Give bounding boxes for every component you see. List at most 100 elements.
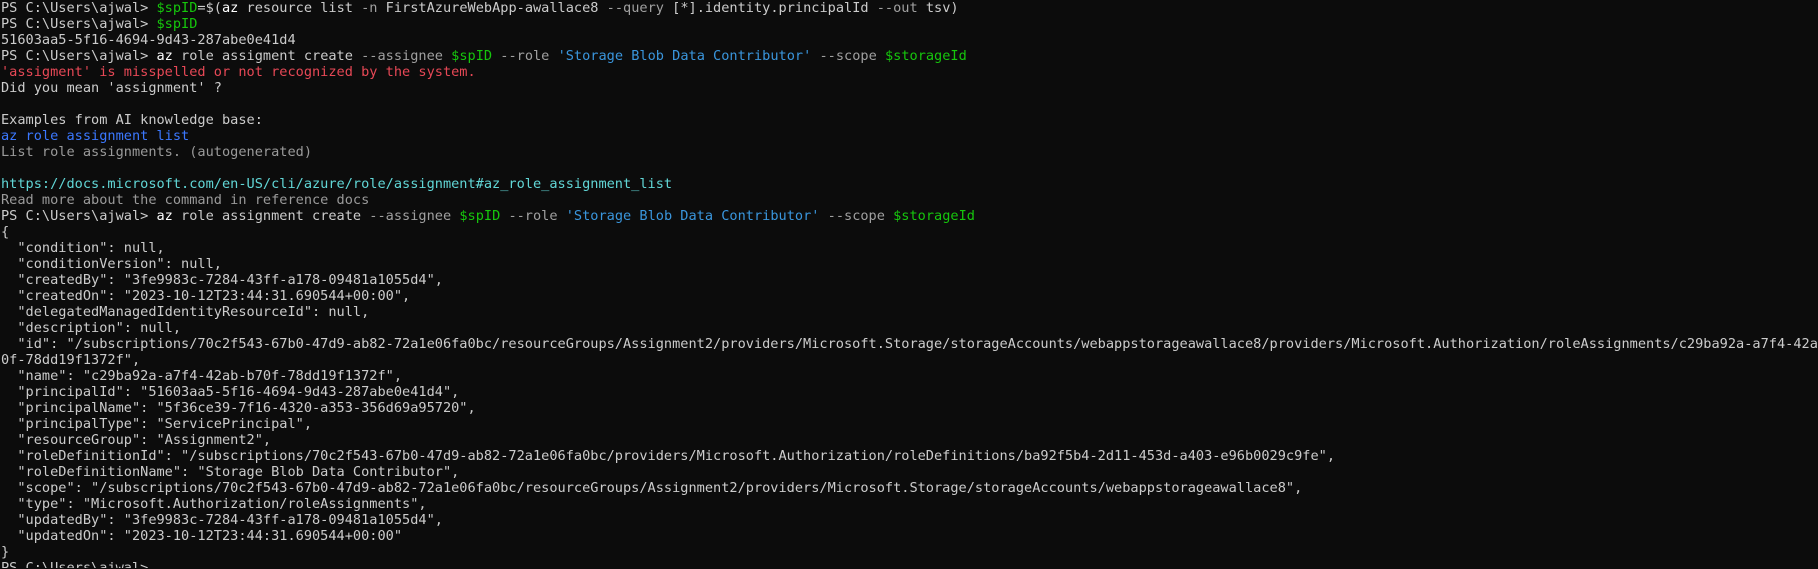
- terminal-text-segment: --scope: [819, 48, 877, 64]
- terminal-line: PS C:\Users\ajwal> az role assignment cr…: [1, 208, 1818, 224]
- terminal-text-segment: "updatedOn": "2023-10-12T23:44:31.690544…: [1, 528, 403, 544]
- terminal-line: "delegatedManagedIdentityResourceId": nu…: [1, 304, 1818, 320]
- terminal-text-segment: "id": "/subscriptions/70c2f543-67b0-47d9…: [1, 336, 1818, 352]
- terminal-text-segment: "createdOn": "2023-10-12T23:44:31.690544…: [1, 288, 411, 304]
- terminal-text-segment: }: [1, 544, 10, 560]
- terminal-line: "updatedBy": "3fe9983c-7284-43ff-a178-09…: [1, 512, 1818, 528]
- terminal-line: "principalType": "ServicePrincipal",: [1, 416, 1818, 432]
- terminal-text-segment: Examples from AI knowledge base:: [1, 112, 263, 128]
- terminal-text-segment: 51603aa5-5f16-4694-9d43-287abe0e41d4: [1, 32, 296, 48]
- terminal-line: "roleDefinitionId": "/subscriptions/70c2…: [1, 448, 1818, 464]
- terminal-line: PS C:\Users\ajwal>: [1, 560, 1818, 569]
- terminal-text-segment: "roleDefinitionId": "/subscriptions/70c2…: [1, 448, 1336, 464]
- terminal-text-segment: PS C:\Users\ajwal>: [1, 48, 157, 64]
- terminal-text-segment: "description": null,: [1, 320, 182, 336]
- terminal-text-segment: $storageId: [884, 48, 967, 64]
- terminal-text-segment: "principalId": "51603aa5-5f16-4694-9d43-…: [1, 384, 460, 400]
- terminal-text-segment: 0f-78dd19f1372f",: [1, 352, 141, 368]
- terminal-line: PS C:\Users\ajwal> $spID: [1, 16, 1818, 32]
- terminal-text-segment: --scope: [827, 208, 885, 224]
- terminal-text-segment: Read more about the command in reference…: [1, 192, 370, 208]
- terminal-text-segment: $storageId: [893, 208, 975, 224]
- terminal-text-segment: $spID: [156, 16, 198, 32]
- terminal-line: Examples from AI knowledge base:: [1, 112, 1818, 128]
- terminal-text-segment: az: [156, 48, 173, 64]
- terminal-text-segment: role assigment create: [172, 48, 362, 64]
- terminal-text-segment: Did you mean 'assignment' ?: [1, 80, 222, 96]
- terminal-text-segment: --query: [606, 0, 664, 16]
- terminal-text-segment: az: [221, 0, 239, 16]
- terminal-text-segment: role assignment create: [172, 208, 370, 224]
- terminal-text-segment: "roleDefinitionName": "Storage Blob Data…: [1, 464, 460, 480]
- terminal-line: "roleDefinitionName": "Storage Blob Data…: [1, 464, 1818, 480]
- terminal-text-segment: $spID: [459, 208, 501, 224]
- terminal-text-segment: PS C:\Users\ajwal>: [1, 208, 157, 224]
- terminal-line: 51603aa5-5f16-4694-9d43-287abe0e41d4: [1, 32, 1818, 48]
- terminal-line: "createdBy": "3fe9983c-7284-43ff-a178-09…: [1, 272, 1818, 288]
- terminal-text-segment: az role assignment list: [1, 128, 190, 144]
- terminal-line: List role assignments. (autogenerated): [1, 144, 1818, 160]
- terminal-text-segment: 'Storage Blob Data Contributor': [565, 208, 820, 224]
- terminal-text-segment: PS C:\Users\ajwal>: [1, 0, 157, 16]
- terminal-text-segment: 'Storage Blob Data Contributor': [557, 48, 812, 64]
- terminal-line: "condition": null,: [1, 240, 1818, 256]
- terminal-text-segment: $spID: [156, 0, 198, 16]
- terminal-text-segment: --assignee: [361, 48, 443, 64]
- terminal-text-segment: 'assigment' is misspelled or not recogni…: [1, 64, 476, 80]
- terminal-line: "principalName": "5f36ce39-7f16-4320-a35…: [1, 400, 1818, 416]
- terminal-line: "type": "Microsoft.Authorization/roleAss…: [1, 496, 1818, 512]
- terminal-text-segment: az: [156, 208, 173, 224]
- terminal-line: https://docs.microsoft.com/en-US/cli/azu…: [1, 176, 1818, 192]
- terminal-line: "scope": "/subscriptions/70c2f543-67b0-4…: [1, 480, 1818, 496]
- terminal-text-segment: "principalType": "ServicePrincipal",: [1, 416, 312, 432]
- terminal-text-segment: "conditionVersion": null,: [1, 256, 222, 272]
- terminal-line: "id": "/subscriptions/70c2f543-67b0-47d9…: [1, 336, 1818, 352]
- terminal-line: 'assigment' is misspelled or not recogni…: [1, 64, 1818, 80]
- terminal-text-segment: --role: [508, 208, 558, 224]
- terminal-text-segment: --role: [500, 48, 550, 64]
- terminal-line: {: [1, 224, 1818, 240]
- terminal-text-segment: "name": "c29ba92a-a7f4-42ab-b70f-78dd19f…: [1, 368, 403, 384]
- terminal-text-segment: -n: [361, 0, 378, 16]
- terminal-text-segment: "principalName": "5f36ce39-7f16-4320-a35…: [1, 400, 476, 416]
- terminal-line: "description": null,: [1, 320, 1818, 336]
- terminal-line: }: [1, 544, 1818, 560]
- terminal-text-segment: "delegatedManagedIdentityResourceId": nu…: [1, 304, 370, 320]
- terminal-text-segment: https://docs.microsoft.com/en-US/cli/azu…: [1, 176, 673, 192]
- terminal-text-segment: $spID: [451, 48, 493, 64]
- terminal-line: PS C:\Users\ajwal> az role assigment cre…: [1, 48, 1818, 64]
- terminal-line: "principalId": "51603aa5-5f16-4694-9d43-…: [1, 384, 1818, 400]
- terminal-text-segment: =$(: [197, 0, 222, 16]
- terminal-line: az role assignment list: [1, 128, 1818, 144]
- terminal-text-segment: "resourceGroup": "Assignment2",: [1, 432, 272, 448]
- terminal-line: "createdOn": "2023-10-12T23:44:31.690544…: [1, 288, 1818, 304]
- terminal-line: Read more about the command in reference…: [1, 192, 1818, 208]
- terminal-text-segment: "scope": "/subscriptions/70c2f543-67b0-4…: [1, 480, 1303, 496]
- terminal-text-segment: "createdBy": "3fe9983c-7284-43ff-a178-09…: [1, 272, 443, 288]
- terminal-text-segment: PS C:\Users\ajwal>: [1, 16, 157, 32]
- terminal-text-segment: --assignee: [369, 208, 452, 224]
- terminal-text-segment: "type": "Microsoft.Authorization/roleAss…: [1, 496, 427, 512]
- terminal-line: "resourceGroup": "Assignment2",: [1, 432, 1818, 448]
- terminal-text-segment: List role assignments. (autogenerated): [1, 144, 312, 160]
- terminal-line: "name": "c29ba92a-a7f4-42ab-b70f-78dd19f…: [1, 368, 1818, 384]
- terminal-text-segment: tsv): [917, 0, 959, 16]
- terminal-output[interactable]: PS C:\Users\ajwal> $spID=$(az resource l…: [0, 0, 1818, 569]
- terminal-text-segment: --out: [876, 0, 918, 16]
- terminal-text-segment: PS C:\Users\ajwal>: [1, 560, 157, 569]
- terminal-line: Did you mean 'assignment' ?: [1, 80, 1818, 96]
- terminal-text-segment: resource list: [238, 0, 362, 16]
- terminal-text-segment: FirstAzureWebApp-awallace8: [377, 0, 607, 16]
- terminal-text-segment: {: [1, 224, 10, 240]
- terminal-line: 0f-78dd19f1372f",: [1, 352, 1818, 368]
- terminal-text-segment: [*].identity.principalId: [663, 0, 877, 16]
- terminal-line: "updatedOn": "2023-10-12T23:44:31.690544…: [1, 528, 1818, 544]
- terminal-line: PS C:\Users\ajwal> $spID=$(az resource l…: [1, 0, 1818, 16]
- terminal-text-segment: "condition": null,: [1, 240, 165, 256]
